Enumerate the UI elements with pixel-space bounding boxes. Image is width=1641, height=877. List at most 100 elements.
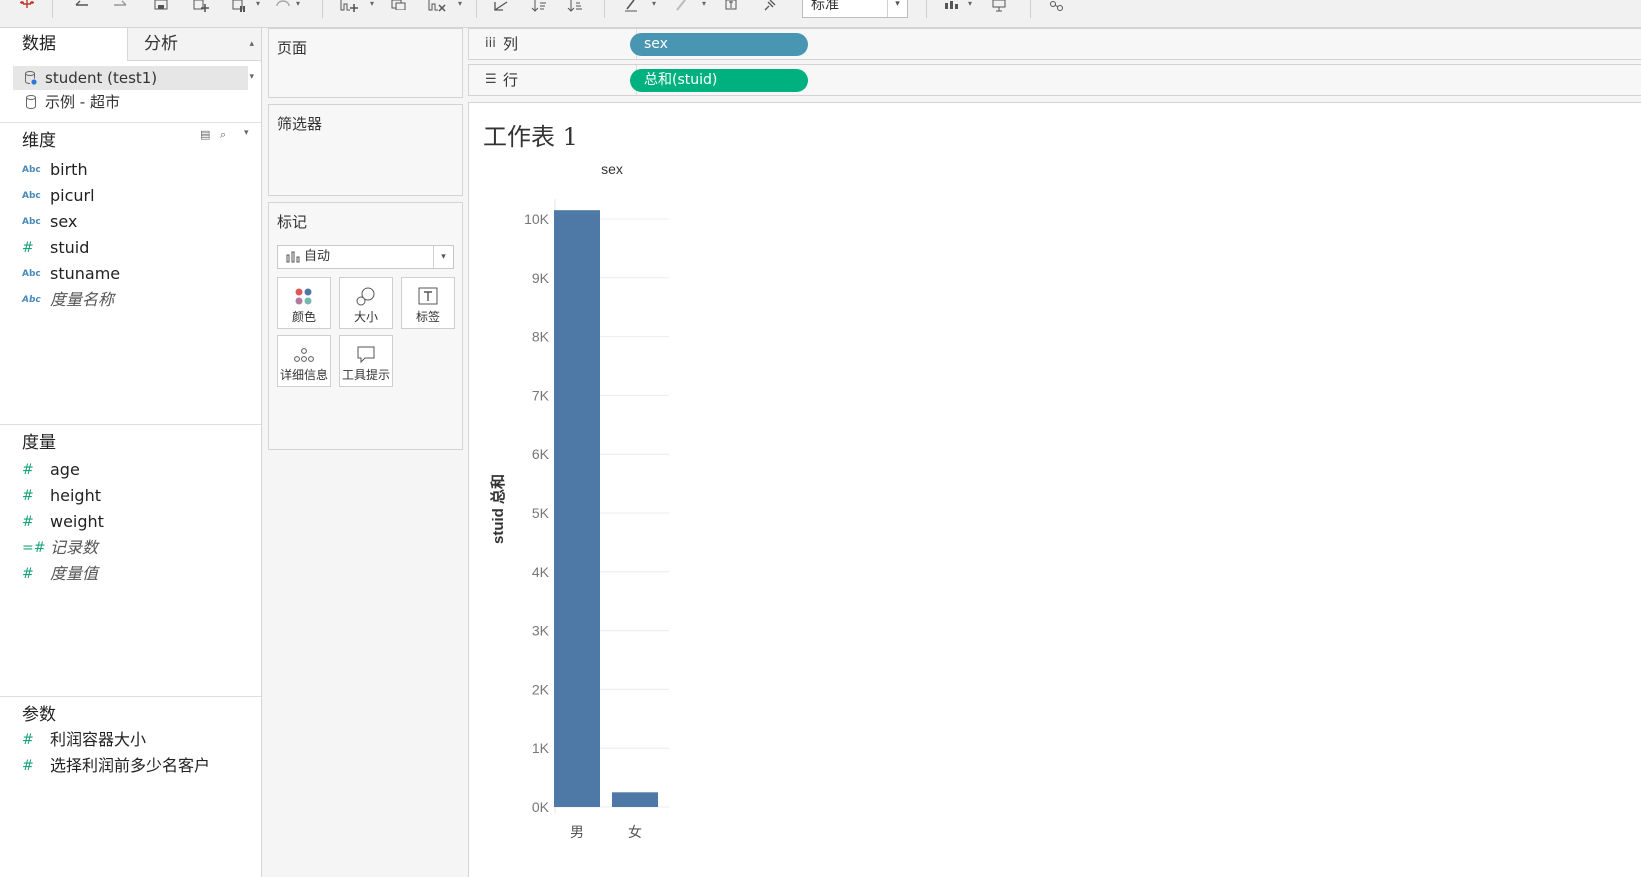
number-type-icon: # xyxy=(22,240,34,256)
y-tick-label: 10K xyxy=(524,211,550,227)
clear-sheet-icon[interactable] xyxy=(426,0,448,16)
presentation-mode-icon[interactable] xyxy=(988,0,1010,16)
y-tick-label: 9K xyxy=(532,270,550,286)
field-weight[interactable]: # weight xyxy=(22,510,252,534)
field-birth[interactable]: Abc birth xyxy=(22,158,252,182)
size-icon xyxy=(356,287,375,306)
datasource-item[interactable]: student (test1) xyxy=(13,66,248,90)
marks-card: 标记 自动 ▾ 颜色 大小 标签 详细信息 工具提示 xyxy=(268,202,463,450)
rows-icon: ☰ xyxy=(485,72,497,87)
dimension-tools: ▤ ⌕ ▾ xyxy=(200,128,260,144)
field-measure-names[interactable]: Abc 度量名称 xyxy=(22,288,252,312)
view-list-icon[interactable]: ▤ xyxy=(200,128,210,141)
tooltip-button[interactable]: 工具提示 xyxy=(339,335,393,387)
data-pane: 数据 分析 ▴ ▾ student (test1) 示例 - 超市 维度 ▤ ⌕… xyxy=(0,28,262,877)
pause-updates-icon[interactable] xyxy=(228,0,250,16)
worksheet: 工作表 1 sex 0K 1K 2K 3K 4K 5K 6K 7K 8K 9K 10K 男女 stuid … xyxy=(468,102,1641,877)
size-button[interactable]: 大小 xyxy=(339,277,393,329)
field-record-count[interactable]: =# 记录数 xyxy=(22,536,252,560)
y-tick-label: 4K xyxy=(532,564,550,580)
pages-card[interactable]: 页面 xyxy=(268,28,463,98)
swap-axes-icon[interactable] xyxy=(490,0,512,16)
columns-icon: iii xyxy=(485,36,496,51)
tab-analysis[interactable]: 分析 ▴ ▾ xyxy=(128,28,262,82)
undo-icon[interactable] xyxy=(70,0,92,16)
pane-tabs: 数据 分析 ▴ ▾ xyxy=(0,28,262,82)
x-category-label: 男 xyxy=(570,825,584,841)
tab-data[interactable]: 数据 xyxy=(0,28,128,61)
field-measure-values[interactable]: # 度量值 xyxy=(22,562,252,586)
new-datasource-icon[interactable] xyxy=(190,0,212,16)
show-me-icon[interactable] xyxy=(942,0,964,16)
sort-ascending-icon[interactable] xyxy=(528,0,550,16)
string-type-icon: Abc xyxy=(22,295,41,305)
y-tick-label: 8K xyxy=(532,329,550,345)
pause-dropdown-icon[interactable]: ▾ xyxy=(256,0,260,8)
detail-button[interactable]: 详细信息 xyxy=(277,335,331,387)
toolbar-separator xyxy=(604,0,605,18)
group-members-icon[interactable] xyxy=(670,0,692,16)
number-type-icon: # xyxy=(22,488,34,504)
field-label: weight xyxy=(50,512,104,531)
field-label: 利润容器大小 xyxy=(50,730,147,749)
param-profit-bin-size[interactable]: # 利润容器大小 xyxy=(22,728,252,752)
rows-label: 行 xyxy=(503,71,519,89)
redo-icon[interactable] xyxy=(110,0,132,16)
tooltip-label: 工具提示 xyxy=(341,368,390,382)
tableau-logo-icon[interactable] xyxy=(16,0,38,16)
field-stuid[interactable]: # stuid xyxy=(22,236,252,260)
updown-arrow-icon: ▴ ▾ xyxy=(249,39,254,82)
refresh-icon[interactable] xyxy=(272,0,294,16)
section-divider xyxy=(0,122,261,123)
show-mark-labels-icon[interactable] xyxy=(720,0,742,16)
columns-label: 列 xyxy=(503,35,519,53)
detail-label: 详细信息 xyxy=(279,368,328,382)
datasource-item[interactable]: 示例 - 超市 xyxy=(13,90,248,114)
fit-dropdown[interactable]: 标准 ▾ xyxy=(802,0,908,18)
field-sex[interactable]: Abc sex xyxy=(22,210,252,234)
refresh-dropdown-icon[interactable]: ▾ xyxy=(296,0,300,8)
rows-shelf[interactable]: ☰ 行 总和(stuid) xyxy=(468,64,1641,96)
new-worksheet-icon[interactable] xyxy=(338,0,360,16)
duplicate-sheet-icon[interactable] xyxy=(388,0,410,16)
dimension-menu-icon[interactable]: ▾ xyxy=(244,128,249,138)
chevron-down-icon: ▾ xyxy=(887,0,907,17)
field-picurl[interactable]: Abc picurl xyxy=(22,184,252,208)
save-icon[interactable] xyxy=(150,0,172,16)
label-button[interactable]: 标签 xyxy=(401,277,455,329)
new-worksheet-dropdown-icon[interactable]: ▾ xyxy=(370,0,374,8)
filters-title: 筛选器 xyxy=(277,115,323,133)
color-icon xyxy=(295,288,312,305)
mark-type-dropdown[interactable]: 自动 ▾ xyxy=(277,245,454,269)
rows-shelf-label: ☰ 行 xyxy=(477,65,637,95)
fix-axes-icon[interactable] xyxy=(758,0,780,16)
param-top-customers[interactable]: # 选择利润前多少名客户 xyxy=(22,754,252,778)
field-stuname[interactable]: Abc stuname xyxy=(22,262,252,286)
pill-sum-stuid[interactable]: 总和(stuid) xyxy=(630,69,808,92)
field-label: stuid xyxy=(50,238,90,257)
sort-descending-icon[interactable] xyxy=(564,0,586,16)
toolbar-separator xyxy=(52,0,53,18)
y-tick-label: 6K xyxy=(532,446,550,462)
columns-shelf[interactable]: iii 列 sex xyxy=(468,28,1641,60)
search-icon[interactable]: ⌕ xyxy=(220,128,226,142)
field-label: picurl xyxy=(50,186,95,205)
share-icon[interactable] xyxy=(1046,0,1068,16)
filters-card[interactable]: 筛选器 xyxy=(268,104,463,196)
pill-sex[interactable]: sex xyxy=(630,33,808,56)
field-height[interactable]: # height xyxy=(22,484,252,508)
text-label-icon xyxy=(418,287,438,305)
color-button[interactable]: 颜色 xyxy=(277,277,331,329)
number-type-icon: # xyxy=(22,514,34,530)
show-me-dropdown-icon[interactable]: ▾ xyxy=(968,0,972,8)
bar-chart: sex 0K 1K 2K 3K 4K 5K 6K 7K 8K 9K 10K 男 女 stuid 总和 xyxy=(489,161,669,841)
y-axis-title: stuid 总和 xyxy=(489,474,507,544)
group-dropdown-icon[interactable]: ▾ xyxy=(702,0,706,8)
clear-dropdown-icon[interactable]: ▾ xyxy=(458,0,462,8)
highlight-dropdown-icon[interactable]: ▾ xyxy=(652,0,656,8)
toolbar-separator xyxy=(476,0,477,18)
highlight-icon[interactable] xyxy=(620,0,642,16)
field-label: age xyxy=(50,460,80,479)
field-age[interactable]: # age xyxy=(22,458,252,482)
toolbar-separator xyxy=(322,0,323,18)
